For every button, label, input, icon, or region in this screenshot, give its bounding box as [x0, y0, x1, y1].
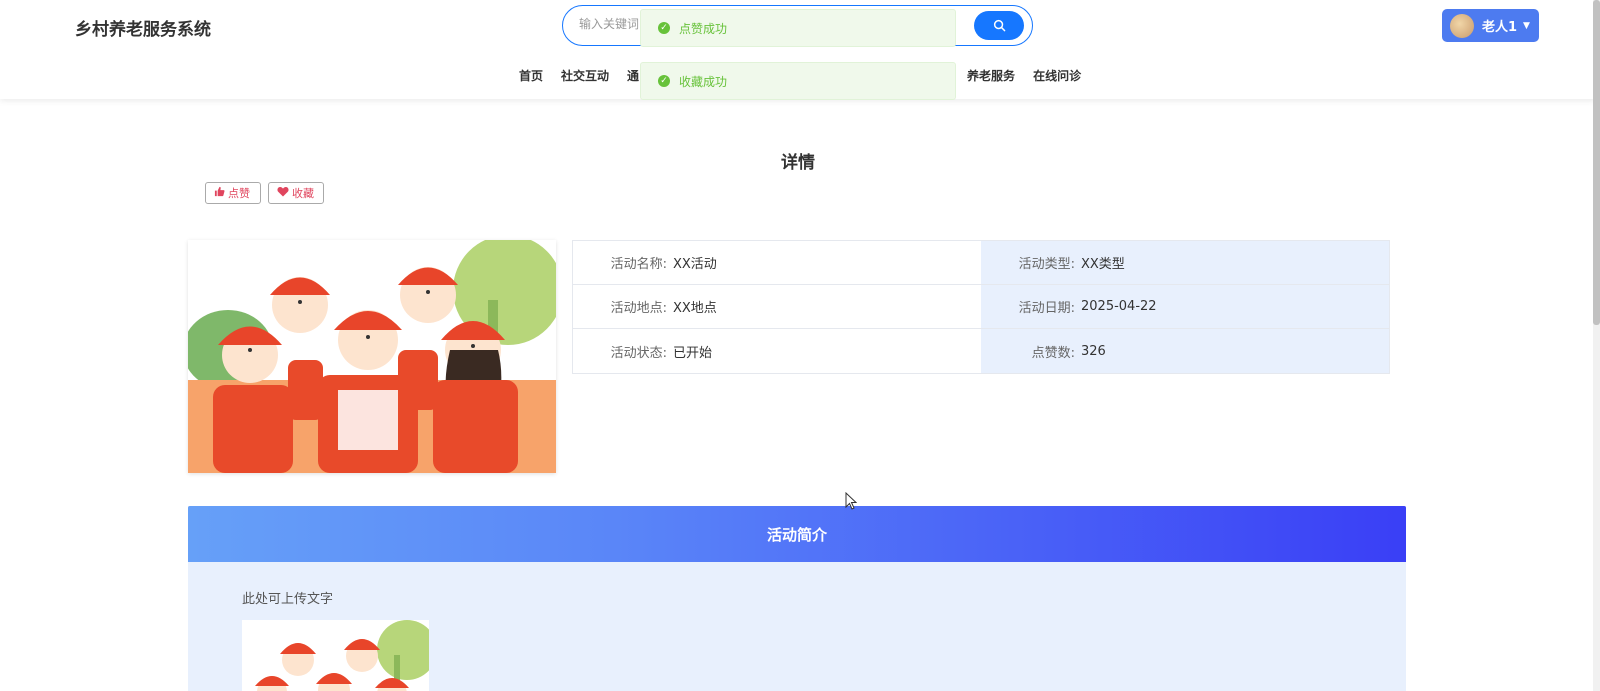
heart-icon: [277, 186, 289, 200]
info-row: 活动名称: XX活动 活动类型: XX类型: [573, 241, 1389, 285]
activity-status-cell: 活动状态: 已开始: [573, 329, 981, 373]
intro-heading: 活动简介: [188, 506, 1406, 562]
field-label: 活动地点:: [610, 301, 667, 316]
toast-favorite-success: ✓ 收藏成功: [640, 62, 956, 100]
favorite-label: 收藏: [292, 187, 314, 200]
avatar: [1450, 13, 1474, 38]
field-label: 活动类型:: [1018, 257, 1075, 272]
check-circle-icon: ✓: [658, 75, 670, 87]
field-label: 活动日期:: [1018, 301, 1075, 316]
activity-name-value: XX活动: [673, 257, 717, 272]
favorite-button[interactable]: 收藏: [268, 182, 324, 204]
site-title[interactable]: 乡村养老服务系统: [75, 15, 211, 40]
activity-place-value: XX地点: [673, 301, 717, 316]
toast-text: 点赞成功: [679, 21, 728, 36]
search-icon: [993, 19, 1005, 32]
field-label: 活动状态:: [610, 345, 667, 361]
activity-likes-cell: 点赞数: 326: [981, 329, 1389, 373]
nav-item-online-consult[interactable]: 在线问诊: [1024, 67, 1090, 89]
info-row: 活动状态: 已开始 点赞数: 326: [573, 329, 1389, 373]
like-label: 点赞: [228, 187, 250, 200]
toast-like-success: ✓ 点赞成功: [640, 9, 956, 47]
like-count-value: 326: [1081, 343, 1106, 359]
activity-type-cell: 活动类型: XX类型: [981, 241, 1389, 284]
like-button[interactable]: 点赞: [205, 182, 261, 204]
activity-place-cell: 活动地点: XX地点: [573, 285, 981, 328]
activity-date-value: 2025-04-22: [1081, 299, 1157, 314]
mouse-cursor-icon: [845, 492, 857, 510]
activity-intro-section: 活动简介 此处可上传文字: [188, 506, 1406, 691]
nav-item-social[interactable]: 社交互动: [552, 67, 618, 89]
page-title: 详情: [781, 153, 815, 173]
activity-type-value: XX类型: [1081, 257, 1125, 272]
nav-item-elder-service[interactable]: 养老服务: [958, 67, 1024, 89]
nav-item-home[interactable]: 首页: [510, 67, 552, 89]
page-scrollbar[interactable]: [1593, 0, 1600, 691]
intro-text: 此处可上传文字: [242, 592, 334, 607]
user-menu-button[interactable]: 老人1 ▼: [1442, 9, 1539, 42]
thumbs-up-icon: [214, 186, 225, 200]
activity-status-value: 已开始: [673, 345, 713, 361]
activity-cover-image: [188, 240, 556, 473]
scrollbar-thumb[interactable]: [1593, 0, 1600, 325]
info-row: 活动地点: XX地点 活动日期: 2025-04-22: [573, 285, 1389, 329]
page: 乡村养老服务系统 首页 社交互动 通 养老服务 在线问诊 老人1 ▼ ✓: [0, 0, 1600, 691]
check-circle-icon: ✓: [658, 22, 670, 34]
intro-image: [242, 620, 429, 691]
activity-info-table: 活动名称: XX活动 活动类型: XX类型 活动地点: XX地点 活动日期: 2…: [572, 240, 1390, 374]
chevron-down-icon: ▼: [1523, 20, 1530, 31]
field-label: 活动名称:: [610, 257, 667, 272]
field-label: 点赞数:: [1031, 345, 1075, 361]
toast-text: 收藏成功: [679, 74, 728, 89]
search-button[interactable]: [974, 11, 1024, 40]
user-name: 老人1: [1482, 20, 1518, 35]
activity-name-cell: 活动名称: XX活动: [573, 241, 981, 284]
activity-date-cell: 活动日期: 2025-04-22: [981, 285, 1389, 328]
